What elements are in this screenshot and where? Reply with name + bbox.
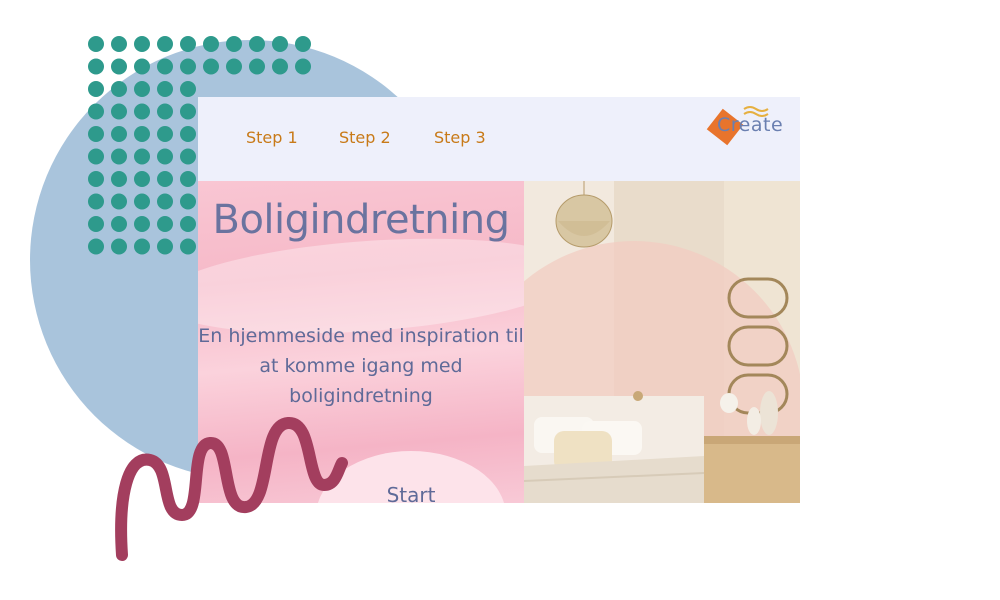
- decor-dot: [295, 36, 311, 52]
- decor-dot: [111, 126, 127, 142]
- decor-dot: [88, 103, 104, 120]
- decor-dot: [272, 58, 288, 75]
- decor-dot: [134, 103, 150, 120]
- decor-dot: [111, 58, 127, 75]
- create-logo[interactable]: Create: [704, 103, 796, 147]
- decor-dot: [180, 238, 196, 255]
- decor-dot: [111, 238, 127, 255]
- decor-dot: [203, 36, 219, 52]
- decor-dot: [88, 126, 104, 142]
- decor-dot: [157, 171, 173, 187]
- decor-dot: [157, 58, 173, 75]
- decor-dot: [180, 58, 196, 75]
- decor-dot: [157, 126, 173, 142]
- decor-dot: [157, 193, 173, 210]
- decor-dot: [88, 171, 104, 187]
- decor-dot: [134, 126, 150, 142]
- decor-dot: [134, 238, 150, 255]
- hero-subtitle: En hjemmeside med inspiration til at kom…: [198, 325, 524, 407]
- decor-dot: [88, 58, 104, 75]
- decor-dot: [134, 148, 150, 165]
- decor-dot: [111, 171, 127, 187]
- decor-dot: [88, 81, 104, 97]
- decor-dot: [180, 148, 196, 165]
- decor-dot: [88, 193, 104, 210]
- decor-dot: [88, 238, 104, 255]
- bedroom-photo: [524, 181, 800, 503]
- decor-dot: [180, 126, 196, 142]
- decor-dot: [157, 216, 173, 232]
- decor-dot: [157, 81, 173, 97]
- decor-dot: [226, 36, 242, 52]
- decor-dot: [180, 171, 196, 187]
- decor-dot: [88, 148, 104, 165]
- decor-dot: [88, 216, 104, 232]
- decor-dot: [134, 58, 150, 75]
- decor-dot: [295, 58, 311, 75]
- decor-dot: [157, 103, 173, 120]
- decor-dot: [249, 58, 265, 75]
- navbar: Step 1 Step 2 Step 3 Create: [198, 97, 800, 181]
- decor-dot: [111, 81, 127, 97]
- decor-dot: [272, 36, 288, 52]
- decor-dot: [111, 193, 127, 210]
- decor-dot: [180, 81, 196, 97]
- decor-dot: [111, 148, 127, 165]
- nav-step-2[interactable]: Step 2: [339, 128, 391, 147]
- decor-dot: [180, 36, 196, 52]
- decor-dot: [226, 58, 242, 75]
- decor-dot: [134, 81, 150, 97]
- decor-dot: [134, 193, 150, 210]
- decor-dot: [134, 216, 150, 232]
- decor-dot: [111, 36, 127, 52]
- decor-dot: [203, 58, 219, 75]
- squiggle-icon: [115, 417, 348, 561]
- page-title: Boligindretning: [212, 197, 510, 243]
- decor-dot: [180, 193, 196, 210]
- decor-dot: [157, 36, 173, 52]
- decor-dot: [111, 216, 127, 232]
- decor-dot: [180, 216, 196, 232]
- decor-dot: [249, 36, 265, 52]
- decor-dot: [134, 36, 150, 52]
- decor-dot: [111, 103, 127, 120]
- decor-dot: [157, 238, 173, 255]
- decor-dot: [157, 148, 173, 165]
- decor-dot: [180, 103, 196, 120]
- decor-dot: [88, 36, 104, 52]
- decor-dot: [134, 171, 150, 187]
- logo-text: Create: [717, 114, 784, 136]
- nav-step-1[interactable]: Step 1: [246, 128, 298, 147]
- nav-step-3[interactable]: Step 3: [434, 128, 486, 147]
